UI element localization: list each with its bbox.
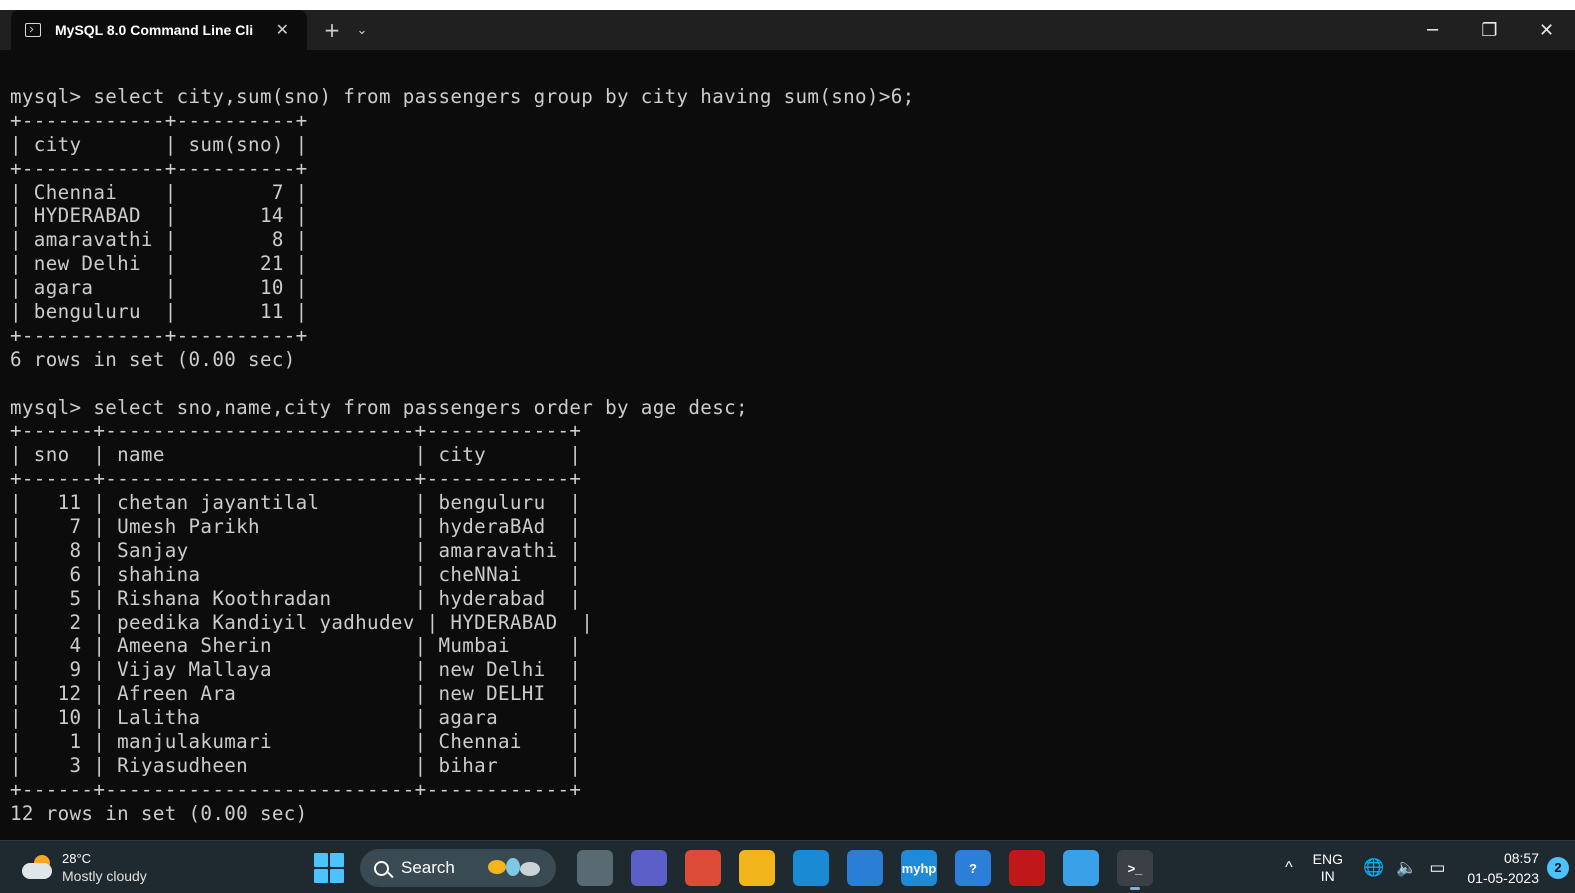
clock-time: 08:57 (1503, 849, 1539, 866)
terminal-line: | agara | 10 | (10, 276, 308, 300)
terminal-line: | HYDERABAD | 14 | (10, 204, 308, 228)
title-bar: MySQL 8.0 Command Line Cli ✕ + ⌄ ─ ❐ ✕ (0, 10, 1575, 50)
chrome-icon[interactable] (685, 850, 721, 886)
terminal-line: | 4 | Ameena Sherin | Mumbai | (10, 634, 582, 658)
terminal-line: +------+--------------------------+-----… (10, 467, 582, 491)
window-controls: ─ ❐ ✕ (1404, 10, 1575, 50)
new-tab-button[interactable]: + (317, 10, 347, 50)
terminal-line: | city | sum(sno) | (10, 132, 308, 156)
terminal-line: 12 rows in set (0.00 sec) (10, 801, 308, 825)
terminal-line: | 10 | Lalitha | agara | (10, 706, 582, 730)
terminal-tab[interactable]: MySQL 8.0 Command Line Cli ✕ (11, 10, 307, 50)
quick-settings[interactable]: 🌐 🔈 ▭ (1363, 858, 1445, 878)
myhp-icon[interactable]: myhp (901, 850, 937, 886)
terminal-line: mysql> select sno,name,city from passeng… (10, 395, 748, 419)
taskbar-center: Search myhp? >_ (314, 849, 1162, 890)
region-code: IN (1320, 867, 1335, 884)
pinned-apps: myhp? >_ (568, 850, 1162, 890)
terminal-line: | 5 | Rishana Koothradan | hyderabad | (10, 586, 582, 610)
terminal-line: +------------+----------+ (10, 156, 308, 180)
terminal-line: | 12 | Afreen Ara | new DELHI | (10, 682, 582, 706)
terminal-line: +------------+----------+ (10, 108, 308, 132)
terminal-pane[interactable]: mysql> select city,sum(sno) from passeng… (0, 50, 1575, 840)
terminal-icon[interactable]: >_ (1117, 850, 1153, 890)
input-language[interactable]: ENG IN (1313, 851, 1343, 885)
weather-temperature: 28°C (62, 851, 92, 866)
terminal-line: | 7 | Umesh Parikh | hyderaBAd | (10, 515, 582, 539)
tab-title: MySQL 8.0 Command Line Cli (55, 22, 254, 38)
terminal-line: | 1 | manjulakumari | Chennai | (10, 730, 582, 754)
partly-cloudy-icon (22, 855, 56, 881)
mcafee-icon[interactable] (1009, 850, 1045, 886)
search-highlight-icon (486, 856, 546, 880)
terminal-line: +------+--------------------------+-----… (10, 777, 582, 801)
photos-icon[interactable] (1063, 850, 1099, 886)
terminal-line: | Chennai | 7 | (10, 180, 308, 204)
system-tray: ^ ENG IN 🌐 🔈 ▭ 08:57 01-05-2023 2 (1285, 841, 1575, 893)
terminal-output: mysql> select city,sum(sno) from passeng… (10, 85, 915, 826)
network-globe-icon: 🌐 (1362, 857, 1385, 877)
search-icon (374, 860, 389, 876)
command-prompt-icon (25, 23, 41, 37)
battery-icon: ▭ (1429, 857, 1446, 877)
show-hidden-icons-icon[interactable]: ^ (1285, 859, 1293, 877)
close-tab-icon[interactable]: ✕ (276, 20, 289, 39)
terminal-line: | 2 | peedika Kandiyil yadhudev | HYDERA… (10, 610, 594, 634)
lang-code: ENG (1312, 850, 1343, 867)
terminal-line: | 11 | chetan jayantilal | benguluru | (10, 491, 582, 515)
terminal-line: | amaravathi | 8 | (10, 228, 308, 252)
terminal-line: | new Delhi | 21 | (10, 252, 308, 276)
clock[interactable]: 08:57 01-05-2023 (1467, 848, 1539, 888)
search-label: Search (401, 858, 455, 877)
edge-icon[interactable] (793, 850, 829, 886)
weather-description: Mostly cloudy (62, 868, 147, 884)
file-explorer-icon[interactable] (739, 850, 775, 886)
terminal-line: | 8 | Sanjay | amaravathi | (10, 538, 582, 562)
close-window-button[interactable]: ✕ (1518, 10, 1575, 50)
search-input[interactable]: Search (360, 849, 556, 887)
volume-icon: 🔈 (1396, 857, 1418, 877)
teams-chat-icon[interactable] (631, 850, 667, 886)
terminal-line: mysql> select city,sum(sno) from passeng… (10, 85, 915, 108)
terminal-line: | 3 | Riyasudheen | bihar | (10, 753, 582, 777)
microsoft-store-icon[interactable] (847, 850, 883, 886)
terminal-line: | 6 | shahina | cheNNai | (10, 562, 582, 586)
windows-start-icon[interactable] (314, 853, 344, 883)
taskbar: 28°C Mostly cloudy Search myhp? >_ ^ ENG … (0, 840, 1575, 893)
notification-badge[interactable]: 2 (1547, 856, 1569, 879)
clock-date: 01-05-2023 (1467, 869, 1539, 886)
terminal-line: | benguluru | 11 | (10, 300, 308, 324)
terminal-line: +------------+----------+ (10, 323, 308, 347)
terminal-line: +------+--------------------------+-----… (10, 419, 582, 443)
terminal-line: | 9 | Vijay Mallaya | new Delhi | (10, 658, 582, 682)
weather-widget[interactable]: 28°C Mostly cloudy (22, 851, 147, 885)
terminal-line: 6 rows in set (0.00 sec) (10, 347, 296, 371)
minimize-button[interactable]: ─ (1404, 10, 1461, 50)
chevron-down-icon[interactable]: ⌄ (347, 10, 377, 50)
get-help-icon[interactable]: ? (955, 850, 991, 886)
task-view-icon[interactable] (577, 850, 613, 886)
terminal-line: | sno | name | city | (10, 443, 582, 467)
restore-button[interactable]: ❐ (1461, 10, 1518, 50)
